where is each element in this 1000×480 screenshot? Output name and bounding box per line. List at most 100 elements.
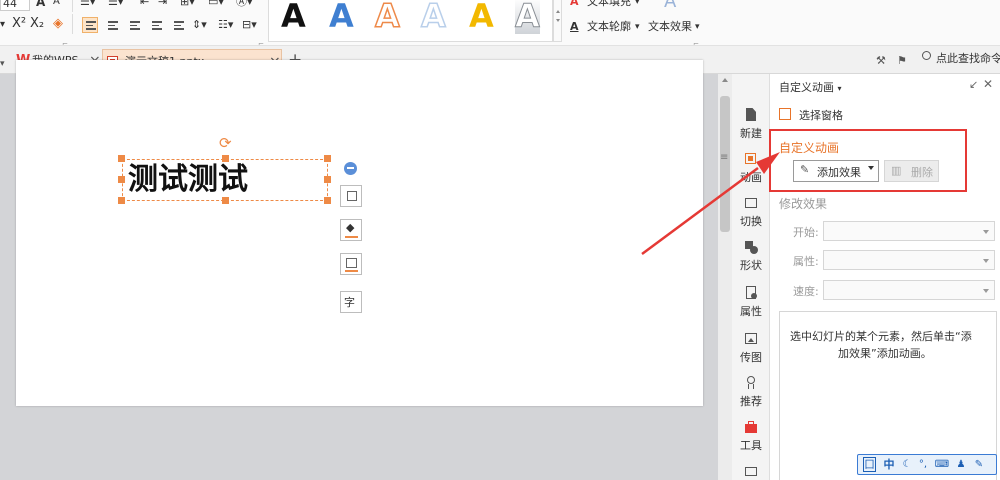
clear-format-icon[interactable]: ▾ bbox=[0, 17, 5, 33]
align-right-button[interactable] bbox=[126, 17, 142, 33]
text-format-button[interactable]: 字 bbox=[340, 291, 362, 313]
text-effect-icon: A bbox=[664, 0, 677, 12]
delete-effect-button[interactable]: ▥ 删除 bbox=[884, 160, 939, 182]
sidebar-item-label: 属性 bbox=[740, 305, 762, 318]
resize-handle[interactable] bbox=[324, 197, 331, 204]
wordart-style-2[interactable]: A bbox=[329, 0, 354, 34]
rotate-handle-icon[interactable]: ⟳ bbox=[219, 136, 232, 151]
text-outline-button[interactable]: 文本轮廓 bbox=[587, 19, 631, 35]
edit-shape-button[interactable] bbox=[340, 185, 362, 207]
annotation-arrow bbox=[641, 152, 780, 256]
edit-shape-icon bbox=[347, 191, 357, 201]
text-fill-dropdown-icon[interactable]: ▾ bbox=[635, 0, 640, 10]
ime-mode-toggle[interactable]: 中 bbox=[882, 457, 896, 472]
user-icon[interactable]: ♟ bbox=[954, 457, 968, 472]
wordart-gallery-scroll[interactable] bbox=[553, 0, 562, 42]
slide-canvas[interactable]: 测试测试 ⟳ ◆ 字 bbox=[16, 60, 703, 406]
chevron-down-icon: ▾ bbox=[837, 84, 842, 93]
text-direction-button[interactable]: Ⓐ▾ bbox=[236, 0, 253, 10]
add-effect-button[interactable]: ✎ 添加效果 bbox=[793, 160, 879, 182]
search-icon bbox=[922, 51, 931, 60]
flag-icon[interactable]: ⚑ bbox=[897, 49, 907, 74]
start-dropdown[interactable] bbox=[823, 221, 995, 241]
wordart-style-5[interactable]: A bbox=[469, 0, 494, 34]
chevron-down-icon bbox=[868, 166, 874, 170]
align-center-button[interactable] bbox=[104, 17, 120, 33]
font-dialog-launcher[interactable]: ⌐ bbox=[62, 36, 68, 45]
shape-outline-button[interactable] bbox=[340, 253, 362, 275]
ribbon-toolbar: 44 A A ☰▾ ☰▾ ⇤ ⇥ ⊞▾ ▭▾ Ⓐ▾ ▾ X² X₂ ◈ ⇕▾ ☷… bbox=[0, 0, 1000, 46]
resize-handle[interactable] bbox=[118, 155, 125, 162]
sidebar-item-property[interactable]: 属性 bbox=[732, 286, 770, 319]
indent-increase-button[interactable]: ⇥ bbox=[158, 0, 167, 10]
sidebar-item-upload-image[interactable]: 传图 bbox=[732, 332, 770, 365]
punctuation-icon[interactable]: °, bbox=[916, 457, 930, 472]
text-fill-button[interactable]: 文本填充 bbox=[587, 0, 631, 10]
line-spacing-button[interactable]: ⇕▾ bbox=[192, 17, 207, 33]
grow-font-button[interactable]: A bbox=[36, 0, 45, 10]
trash-icon: ▥ bbox=[891, 164, 902, 177]
speed-dropdown[interactable] bbox=[823, 280, 995, 300]
command-search-placeholder: 点此查找命令 bbox=[936, 52, 1000, 65]
distribute-button[interactable] bbox=[170, 17, 186, 33]
resize-handle[interactable] bbox=[222, 197, 229, 204]
align-text-button[interactable]: ⊟▾ bbox=[242, 17, 257, 33]
moon-icon[interactable]: ☾ bbox=[900, 457, 914, 472]
resize-handle[interactable] bbox=[118, 176, 125, 183]
wordart-style-4[interactable]: A bbox=[420, 0, 446, 35]
resize-handle[interactable] bbox=[324, 176, 331, 183]
resize-handle[interactable] bbox=[324, 155, 331, 162]
wrench-icon[interactable]: ✎ bbox=[972, 457, 986, 472]
close-icon[interactable]: ✕ bbox=[983, 77, 993, 91]
property-dropdown[interactable] bbox=[823, 250, 995, 270]
selection-pane-icon bbox=[779, 108, 791, 120]
wordart-style-3[interactable]: A bbox=[374, 0, 400, 35]
bullet-list-button[interactable]: ☰▾ bbox=[80, 0, 95, 10]
shrink-font-button[interactable]: A bbox=[53, 0, 60, 10]
eraser-icon[interactable]: ◈ bbox=[53, 16, 63, 32]
columns-button[interactable]: ⊞▾ bbox=[180, 0, 195, 10]
wordart-style-6[interactable]: A bbox=[515, 0, 540, 35]
delete-label: 删除 bbox=[911, 166, 933, 179]
command-search-box[interactable]: 点此查找命令 bbox=[920, 50, 1000, 70]
paragraph-spacing-button[interactable]: ☷▾ bbox=[218, 17, 233, 33]
resize-handle[interactable] bbox=[118, 197, 125, 204]
dock-pane-icon[interactable]: ↙ bbox=[969, 78, 978, 91]
pane-title-dropdown[interactable]: 自定义动画 ▾ bbox=[779, 79, 842, 95]
indent-decrease-button[interactable]: ⇤ bbox=[140, 0, 149, 10]
text-box-button[interactable]: ▭▾ bbox=[208, 0, 224, 10]
wordart-dialog-launcher[interactable]: ⌐ bbox=[693, 36, 699, 45]
selection-pane-label: 选择窗格 bbox=[799, 109, 843, 122]
empty-hint-line-2: 加效果”添加动画。 bbox=[838, 347, 932, 360]
ime-status-bar: 囗 中 ☾ °, ⌨ ♟ ✎ bbox=[857, 454, 997, 475]
subscript-button[interactable]: X₂ bbox=[30, 16, 44, 32]
wordart-gallery: A A A A A A bbox=[268, 0, 553, 42]
align-left-button[interactable] bbox=[82, 17, 98, 33]
sidebar-item-camera[interactable] bbox=[732, 464, 770, 478]
pencil-icon: ✎ bbox=[800, 163, 810, 176]
shape-fill-button[interactable]: ◆ bbox=[340, 219, 362, 241]
font-size-field[interactable]: 44 bbox=[0, 0, 30, 11]
tools-icon[interactable]: ⚒ bbox=[876, 49, 886, 74]
paragraph-dialog-launcher[interactable]: ⌐ bbox=[258, 36, 264, 45]
text-outline-icon: A bbox=[570, 20, 579, 33]
textbox-text[interactable]: 测试测试 bbox=[128, 160, 248, 200]
numbered-list-button[interactable]: ☰▾ bbox=[108, 0, 123, 10]
ime-logo-icon[interactable]: 囗 bbox=[863, 457, 876, 472]
text-outline-dropdown-icon[interactable]: ▾ bbox=[635, 19, 640, 35]
superscript-button[interactable]: X² bbox=[12, 16, 26, 32]
resize-handle[interactable] bbox=[222, 155, 229, 162]
text-effect-button[interactable]: 文本效果 bbox=[648, 19, 692, 35]
collapse-tools-icon[interactable] bbox=[344, 162, 357, 175]
sidebar-item-toolbox[interactable]: 工具 bbox=[732, 420, 770, 453]
sidebar-item-label: 推荐 bbox=[740, 395, 762, 408]
sidebar-item-label: 工具 bbox=[740, 439, 762, 452]
paint-bucket-icon: ◆ bbox=[346, 221, 355, 234]
wordart-style-1[interactable]: A bbox=[281, 0, 306, 34]
property-icon bbox=[744, 286, 758, 300]
start-label: 开始: bbox=[793, 226, 819, 239]
sidebar-item-recommend[interactable]: 推荐 bbox=[732, 376, 770, 409]
text-effect-dropdown-icon[interactable]: ▾ bbox=[695, 19, 700, 35]
justify-button[interactable] bbox=[148, 17, 164, 33]
keyboard-icon[interactable]: ⌨ bbox=[934, 457, 950, 472]
